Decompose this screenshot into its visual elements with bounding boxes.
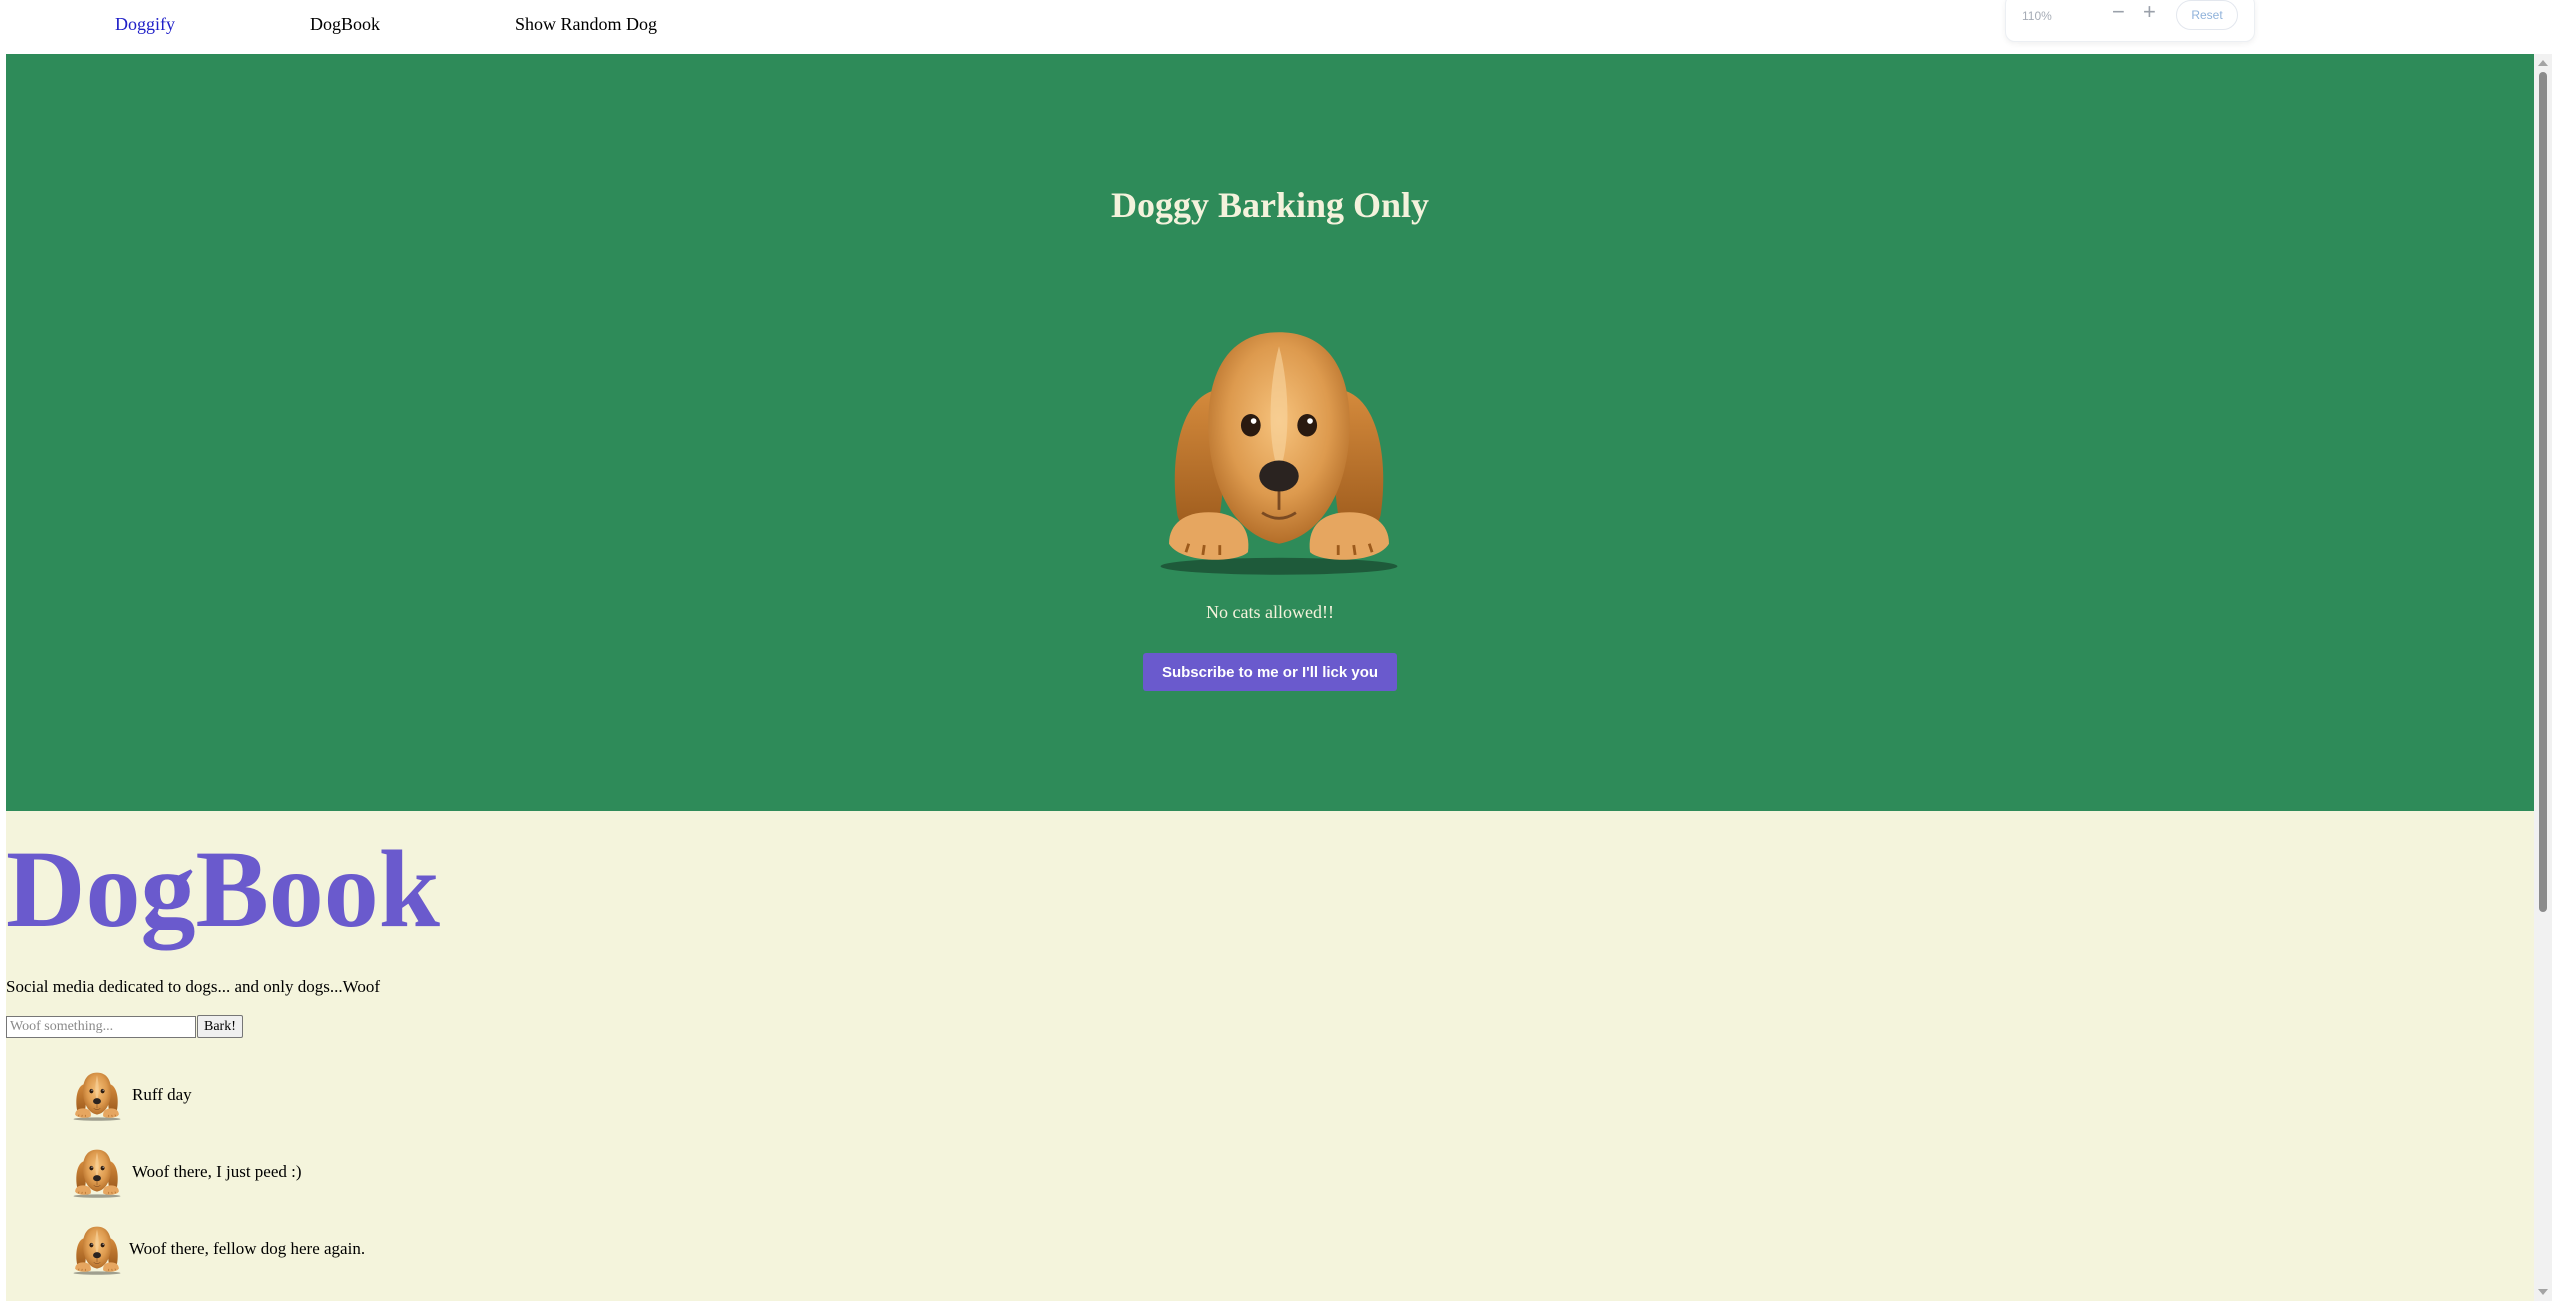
zoom-out-button[interactable]: −: [2112, 1, 2125, 23]
hero-title: Doggy Barking Only: [1110, 185, 1430, 225]
post-text: Ruff day: [132, 1085, 192, 1104]
nav-link-doggify[interactable]: Doggify: [115, 14, 175, 35]
dogbook-description: Social media dedicated to dogs... and on…: [6, 977, 380, 996]
dog-image: [1138, 304, 1420, 586]
hero-section: Doggy Barking Only No cats allowed!! Sub…: [6, 54, 2534, 811]
post-input[interactable]: [6, 1016, 196, 1038]
post-text: Woof there, fellow dog here again.: [129, 1239, 366, 1258]
hero-tagline: No cats allowed!!: [1206, 602, 1334, 622]
scroll-down-arrow-icon[interactable]: [2538, 1289, 2548, 1295]
scrollbar-thumb[interactable]: [2539, 72, 2547, 912]
zoom-level: 110%: [2022, 9, 2052, 23]
dog-avatar: [64, 1221, 130, 1277]
page-scrollbar[interactable]: [2534, 54, 2552, 1301]
dogbook-title: DogBook: [6, 828, 440, 950]
subscribe-button[interactable]: Subscribe to me or I'll lick you: [1143, 653, 1397, 691]
nav-link-show-random-dog[interactable]: Show Random Dog: [515, 14, 657, 35]
dog-avatar: [64, 1067, 130, 1123]
zoom-reset-button[interactable]: Reset: [2176, 0, 2238, 30]
dogbook-section: DogBook Social media dedicated to dogs..…: [6, 811, 2534, 1301]
scroll-up-arrow-icon[interactable]: [2538, 60, 2548, 66]
zoom-widget: 110% − + Reset: [2005, 0, 2255, 42]
bark-button[interactable]: Bark!: [197, 1015, 243, 1038]
nav-link-dogbook[interactable]: DogBook: [310, 14, 380, 35]
post-text: Woof there, I just peed :): [132, 1162, 302, 1181]
zoom-in-button[interactable]: +: [2143, 1, 2156, 23]
dog-avatar: [64, 1144, 130, 1200]
